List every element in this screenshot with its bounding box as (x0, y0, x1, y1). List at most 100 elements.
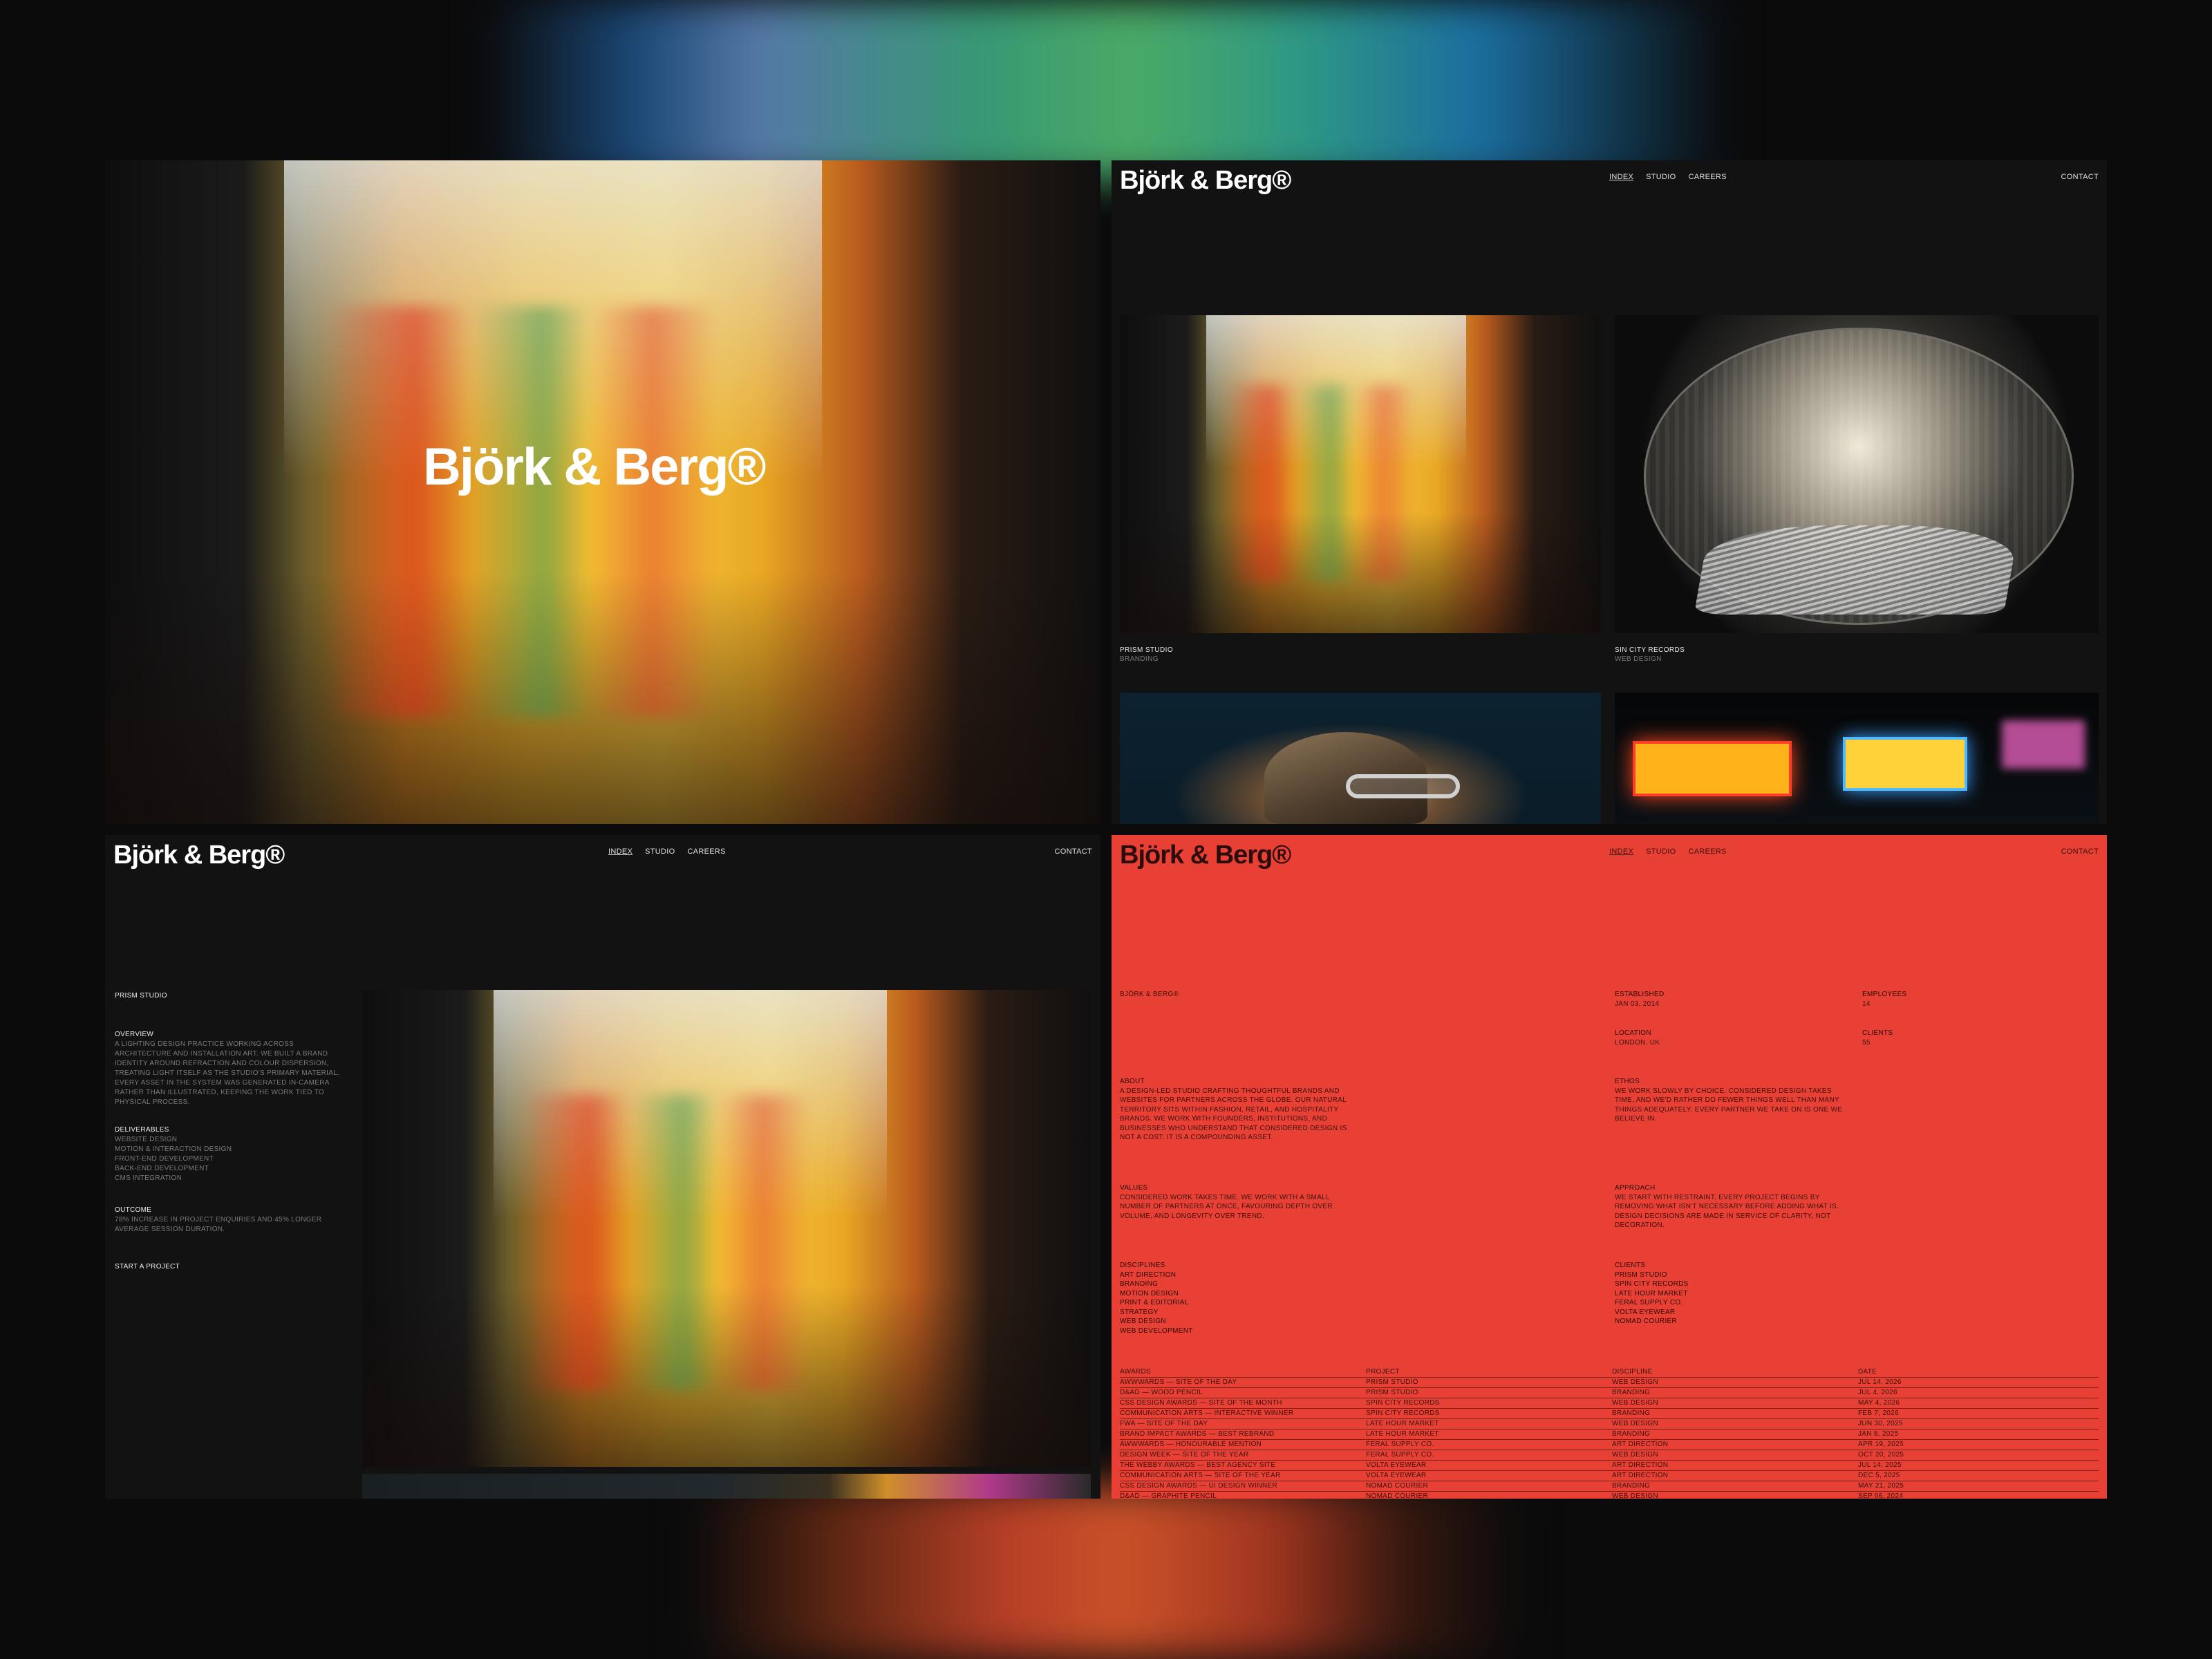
table-cell: OCT 20, 2025 (1858, 1451, 1904, 1459)
hero-panel: Björk & Berg® (105, 160, 1100, 824)
project-category: BRANDING (1120, 655, 1159, 663)
table-cell: D&AD — WOOD PENCIL (1120, 1389, 1203, 1396)
nav-studio[interactable]: STUDIO (645, 847, 675, 856)
nav-index[interactable]: INDEX (1609, 173, 1633, 181)
nav-index[interactable]: INDEX (608, 847, 632, 856)
nav-careers[interactable]: CAREERS (1688, 173, 1726, 181)
discipline-item: STRATEGY (1120, 1308, 1159, 1316)
deliverable-item: WEBSITE DESIGN (115, 1136, 178, 1143)
project-card-portrait[interactable] (1120, 693, 1601, 824)
hero-logo[interactable]: Björk & Berg® (423, 437, 767, 497)
table-cell: ART DIRECTION (1612, 1472, 1669, 1479)
deliverable-item: CMS INTEGRATION (115, 1174, 182, 1182)
table-cell: BRANDING (1612, 1389, 1651, 1396)
project-card-neon[interactable] (1615, 693, 2099, 824)
table-cell: FERAL SUPPLY CO. (1366, 1451, 1434, 1459)
table-cell: PRISM STUDIO (1366, 1378, 1418, 1386)
table-cell: FERAL SUPPLY CO. (1366, 1441, 1434, 1448)
neon-signs-thumbnail (1615, 693, 2099, 824)
client-item: LATE HOUR MARKET (1615, 1289, 1688, 1297)
discipline-item: ART DIRECTION (1120, 1271, 1177, 1279)
established-block: ESTABLISHED JAN 03, 2014 (1615, 990, 1664, 1009)
location-block: LOCATION LONDON, UK (1615, 1029, 1660, 1047)
awards-rows: AWWWARDS — SITE OF THE DAY PRISM STUDIO WE… (1120, 1378, 2099, 1499)
studio-name: BJÖRK & BERG® (1120, 991, 1179, 998)
established-label: ESTABLISHED (1615, 991, 1665, 998)
table-cell: WEB DESIGN (1612, 1378, 1658, 1386)
clients-count-block: CLIENTS 55 (1862, 1029, 1893, 1047)
table-row: COMMUNICATION ARTS — SITE OF THE YEAR VOL… (1120, 1471, 2099, 1481)
nav-studio[interactable]: STUDIO (1646, 173, 1676, 181)
case-study-title: PRISM STUDIO (115, 992, 167, 1000)
approach-label: APPROACH (1615, 1184, 1656, 1192)
table-row: DESIGN WEEK — SITE OF THE YEAR FERAL SUPP… (1120, 1450, 2099, 1461)
clients-count-value: 55 (1862, 1038, 1871, 1047)
nav-studio[interactable]: STUDIO (1646, 847, 1676, 856)
record-store-thumbnail (1615, 315, 2099, 633)
table-row: THE WEBBY AWARDS — BEST AGENCY SITE VOLTA… (1120, 1461, 2099, 1471)
nav-contact[interactable]: CONTACT (2061, 173, 2099, 181)
client-item: NOMAD COURIER (1615, 1318, 1678, 1325)
case-study-panel: Björk & Berg® INDEX STUDIO CAREERS CONTA… (105, 835, 1100, 1499)
site-logo[interactable]: Björk & Berg® (1120, 166, 1291, 196)
top-nav: Björk & Berg® INDEX STUDIO CAREERS CONTA… (105, 835, 1100, 877)
table-cell: ART DIRECTION (1612, 1441, 1669, 1448)
ethos-block: ETHOS WE WORK SLOWLY BY CHOICE. CONSIDER… (1615, 1077, 1850, 1124)
deliverable-item: BACK-END DEVELOPMENT (115, 1165, 209, 1172)
site-logo[interactable]: Björk & Berg® (1120, 841, 1291, 870)
outcome-section: OUTCOME 78% INCREASE IN PROJECT ENQUIRIE… (115, 1206, 350, 1235)
table-cell: WEB DESIGN (1612, 1492, 1658, 1499)
discipline-item: BRANDING (1120, 1280, 1159, 1288)
project-caption: SIN CITY RECORDS WEB DESIGN (1615, 646, 1685, 664)
backdrop-light-bottom (691, 1486, 1521, 1659)
table-cell: LATE HOUR MARKET (1366, 1430, 1439, 1438)
table-cell: SPIN CITY RECORDS (1366, 1399, 1440, 1407)
location-label: LOCATION (1615, 1029, 1651, 1037)
table-cell: MAY 21, 2025 (1858, 1482, 1904, 1490)
top-nav: Björk & Berg® INDEX STUDIO CAREERS CONTA… (1112, 160, 2107, 202)
table-row: D&AD — GRAPHITE PENCIL NOMAD COURIER WEB D… (1120, 1492, 2099, 1499)
awards-col-project: PROJECT (1366, 1368, 1400, 1376)
client-item: SPIN CITY RECORDS (1615, 1280, 1689, 1288)
table-cell: ART DIRECTION (1612, 1461, 1669, 1469)
table-cell: FEB 7, 2026 (1858, 1409, 1899, 1417)
values-text: CONSIDERED WORK TAKES TIME. WE WORK WITH… (1120, 1193, 1333, 1220)
table-cell: AWWWARDS — SITE OF THE DAY (1120, 1378, 1237, 1386)
clients-count-label: CLIENTS (1862, 1029, 1893, 1037)
table-cell: JAN 8, 2025 (1858, 1430, 1899, 1438)
table-cell: THE WEBBY AWARDS — BEST AGENCY SITE (1120, 1461, 1276, 1469)
table-cell: WEB DESIGN (1612, 1399, 1658, 1407)
table-row: BRAND IMPACT AWARDS — BEST REBRAND LATE H… (1120, 1430, 2099, 1440)
start-project-link[interactable]: START A PROJECT (115, 1262, 180, 1272)
employees-value: 14 (1862, 1000, 1871, 1008)
table-cell: JUL 14, 2026 (1858, 1378, 1902, 1386)
table-cell: DEC 5, 2025 (1858, 1472, 1900, 1479)
project-title[interactable]: SIN CITY RECORDS (1615, 646, 1685, 654)
table-cell: BRANDING (1612, 1482, 1651, 1490)
table-cell: JUL 4, 2026 (1858, 1389, 1897, 1396)
nav-contact[interactable]: CONTACT (1055, 847, 1092, 856)
deliverables-section: DELIVERABLES WEBSITE DESIGN MOTION & INT… (115, 1125, 232, 1183)
table-cell: DESIGN WEEK — SITE OF THE YEAR (1120, 1451, 1249, 1459)
overview-label: OVERVIEW (115, 1031, 154, 1038)
employees-label: EMPLOYEES (1862, 991, 1907, 998)
project-card-prism[interactable] (1120, 315, 1601, 633)
nav-careers[interactable]: CAREERS (687, 847, 725, 856)
table-cell: PRISM STUDIO (1366, 1389, 1418, 1396)
about-label: ABOUT (1120, 1078, 1145, 1085)
table-cell: MAY 4, 2026 (1858, 1399, 1900, 1407)
values-label: VALUES (1120, 1184, 1148, 1192)
outcome-text: 78% INCREASE IN PROJECT ENQUIRIES AND 45… (115, 1216, 322, 1233)
discipline-item: WEB DESIGN (1120, 1318, 1166, 1325)
table-cell: BRANDING (1612, 1409, 1651, 1417)
nav-contact[interactable]: CONTACT (2061, 847, 2099, 856)
table-cell: NOMAD COURIER (1366, 1482, 1429, 1490)
table-cell: JUL 14, 2025 (1858, 1461, 1902, 1469)
nav-careers[interactable]: CAREERS (1688, 847, 1726, 856)
table-cell: NOMAD COURIER (1366, 1492, 1429, 1499)
project-title[interactable]: PRISM STUDIO (1120, 646, 1173, 654)
site-logo[interactable]: Björk & Berg® (113, 841, 285, 870)
nav-index[interactable]: INDEX (1609, 847, 1633, 856)
project-card-records[interactable] (1615, 315, 2099, 633)
project-category: WEB DESIGN (1615, 655, 1662, 663)
